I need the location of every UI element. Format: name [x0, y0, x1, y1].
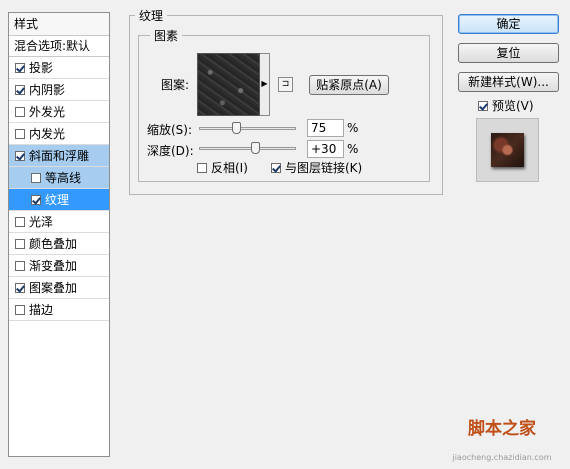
blend-options-item[interactable]: 混合选项:默认 — [9, 36, 109, 57]
style-item-label: 外发光 — [29, 105, 66, 119]
invert-option[interactable]: 反相(I) — [197, 159, 248, 176]
styles-header[interactable]: 样式 — [9, 13, 109, 36]
preview-checkbox[interactable] — [478, 100, 488, 111]
style-item[interactable]: 颜色叠加 — [9, 233, 109, 255]
preview-label: 预览(V) — [492, 99, 534, 113]
watermark-sub: jiaocheng.chazidian.com — [452, 453, 552, 462]
style-item-label: 内阴影 — [29, 83, 66, 97]
style-item-label: 光泽 — [29, 215, 54, 229]
pattern-picker[interactable] — [197, 53, 260, 116]
pattern-group-title: 图素 — [150, 27, 183, 44]
new-style-button[interactable]: 新建样式(W)... — [458, 72, 559, 92]
depth-label: 深度(D): — [147, 144, 194, 158]
scale-slider-track[interactable] — [199, 122, 296, 134]
style-item-checkbox[interactable] — [15, 216, 25, 227]
scale-unit: % — [347, 121, 359, 135]
style-item-label: 等高线 — [45, 171, 82, 185]
style-item-label: 斜面和浮雕 — [29, 149, 90, 163]
style-item-checkbox[interactable] — [15, 238, 25, 249]
style-item[interactable]: 内阴影 — [9, 79, 109, 101]
style-item-checkbox[interactable] — [31, 172, 41, 183]
style-item-checkbox[interactable] — [15, 260, 25, 271]
watermark-main: 脚本之家 — [468, 419, 536, 439]
watermark: 脚本之家 jiaocheng.chazidian.com — [437, 414, 567, 466]
invert-label: 反相(I) — [211, 161, 248, 175]
style-item[interactable]: 斜面和浮雕 — [9, 145, 109, 167]
ok-button[interactable]: 确定 — [458, 14, 559, 34]
depth-slider-thumb[interactable] — [251, 142, 260, 154]
link-layer-option[interactable]: 与图层链接(K) — [271, 159, 362, 176]
style-item-label: 投影 — [29, 61, 54, 75]
style-list: 投影内阴影外发光内发光斜面和浮雕等高线纹理光泽颜色叠加渐变叠加图案叠加描边 — [9, 57, 109, 321]
style-item-checkbox[interactable] — [15, 128, 25, 139]
style-item[interactable]: 图案叠加 — [9, 277, 109, 299]
style-item-checkbox[interactable] — [15, 304, 25, 315]
style-item-label: 颜色叠加 — [29, 237, 78, 251]
style-item[interactable]: 外发光 — [9, 101, 109, 123]
style-item[interactable]: 纹理 — [9, 189, 109, 211]
style-item[interactable]: 描边 — [9, 299, 109, 321]
style-item-checkbox[interactable] — [31, 194, 41, 205]
texture-group-title: 纹理 — [135, 7, 168, 24]
depth-unit: % — [347, 142, 359, 156]
style-item[interactable]: 等高线 — [9, 167, 109, 189]
depth-slider-track[interactable] — [199, 142, 296, 154]
pattern-label: 图案: — [161, 78, 190, 92]
pattern-dropdown-arrow-icon[interactable]: ▶ — [260, 53, 270, 116]
scale-input[interactable]: 75 — [307, 119, 344, 137]
scale-slider-thumb[interactable] — [232, 122, 241, 134]
style-item-checkbox[interactable] — [15, 150, 25, 161]
style-item-label: 纹理 — [45, 193, 70, 207]
scale-label: 缩放(S): — [147, 123, 193, 137]
preview-option[interactable]: 预览(V) — [478, 97, 534, 114]
style-item[interactable]: 投影 — [9, 57, 109, 79]
snap-to-origin-button[interactable]: 贴紧原点(A) — [309, 75, 389, 95]
style-preview — [476, 118, 539, 182]
style-item-checkbox[interactable] — [15, 282, 25, 293]
style-item-label: 内发光 — [29, 127, 66, 141]
style-item[interactable]: 内发光 — [9, 123, 109, 145]
invert-checkbox[interactable] — [197, 162, 207, 173]
link-layer-label: 与图层链接(K) — [285, 161, 363, 175]
styles-panel: 样式 混合选项:默认 投影内阴影外发光内发光斜面和浮雕等高线纹理光泽颜色叠加渐变… — [8, 12, 110, 457]
link-layer-checkbox[interactable] — [271, 162, 281, 173]
style-item[interactable]: 光泽 — [9, 211, 109, 233]
style-item-label: 描边 — [29, 303, 54, 317]
style-item[interactable]: 渐变叠加 — [9, 255, 109, 277]
style-item-checkbox[interactable] — [15, 84, 25, 95]
depth-input[interactable]: +30 — [307, 140, 344, 158]
preview-swatch — [491, 133, 524, 167]
new-preset-icon[interactable]: ⊐ — [278, 77, 293, 92]
style-item-label: 渐变叠加 — [29, 259, 78, 273]
style-item-checkbox[interactable] — [15, 62, 25, 73]
style-item-checkbox[interactable] — [15, 106, 25, 117]
style-item-label: 图案叠加 — [29, 281, 78, 295]
reset-button[interactable]: 复位 — [458, 43, 559, 63]
